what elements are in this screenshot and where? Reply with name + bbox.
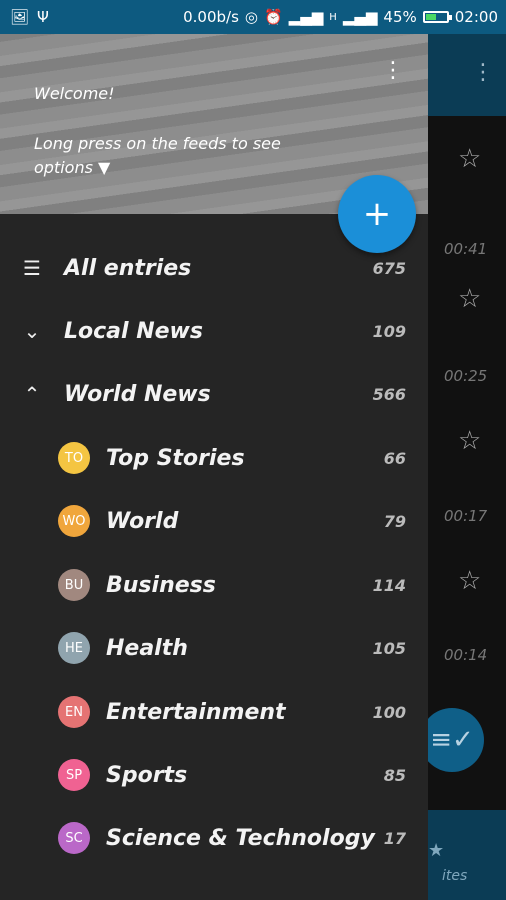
mark-read-button[interactable]: ≡✓: [428, 708, 484, 772]
feed-label: Sports: [106, 762, 188, 788]
alarm-icon: ⏰: [263, 8, 283, 26]
entry-time: 00:25: [444, 367, 488, 385]
item-label: Local News: [64, 318, 203, 344]
background-app: ⋮ ☆ 00:41 ☆ 00:25 ☆ 00:17 ☆ 00:14 ≡✓ ★ i…: [428, 34, 506, 900]
feed-avatar: HE: [58, 632, 90, 664]
star-icon[interactable]: ☆: [458, 426, 481, 456]
feed-item-top-stories[interactable]: TO Top Stories 66: [0, 430, 428, 486]
item-count: 566: [372, 384, 406, 404]
network-type: H: [329, 11, 337, 23]
feed-label: Health: [106, 635, 188, 661]
item-label: World News: [64, 381, 211, 407]
feed-item-world[interactable]: WO World 79: [0, 493, 428, 549]
bottom-tab-label[interactable]: ites: [442, 868, 467, 884]
star-icon[interactable]: ★: [428, 840, 444, 861]
app-toolbar: ⋮: [428, 34, 506, 116]
feed-avatar: SP: [58, 759, 90, 791]
list-icon: ☰: [23, 256, 41, 280]
feed-count: 105: [372, 638, 406, 658]
header-menu-icon[interactable]: ⋮: [382, 60, 404, 82]
feed-label: Top Stories: [106, 445, 245, 471]
feed-item-entertainment[interactable]: EN Entertainment 100: [0, 684, 428, 740]
star-icon[interactable]: ☆: [458, 566, 481, 596]
feed-count: 114: [372, 575, 406, 595]
entry-time: 00:14: [444, 646, 488, 664]
item-count: 109: [372, 321, 406, 341]
feed-count: 17: [383, 828, 406, 848]
feed-avatar: WO: [58, 505, 90, 537]
feed-avatar: TO: [58, 442, 90, 474]
feed-avatar: EN: [58, 696, 90, 728]
bottom-nav: ★ ites: [428, 810, 506, 900]
hint-text: Long press on the feeds to see: [34, 134, 281, 153]
item-label: All entries: [64, 255, 192, 281]
entry-time: 00:17: [444, 507, 488, 525]
signal-icon-2: ▂▄▆: [342, 8, 378, 26]
chevron-up-icon[interactable]: ⌃: [20, 382, 44, 406]
feed-count: 79: [383, 511, 406, 531]
feed-avatar: SC: [58, 822, 90, 854]
feed-count: 66: [383, 448, 406, 468]
signal-icon: ▂▄▆: [288, 8, 324, 26]
entry-time: 00:41: [444, 240, 488, 258]
feed-avatar: BU: [58, 569, 90, 601]
drawer-item-world-news[interactable]: ⌃ World News 566: [0, 366, 428, 422]
item-count: 675: [372, 258, 406, 278]
feed-item-science-technology[interactable]: SC Science & Technology 17: [0, 810, 428, 866]
clock: 02:00: [454, 8, 498, 26]
feed-count: 85: [383, 765, 406, 785]
feed-label: Business: [106, 572, 216, 598]
feed-label: Entertainment: [106, 699, 286, 725]
battery-icon: [422, 11, 452, 23]
add-feed-button[interactable]: +: [338, 175, 416, 253]
chevron-down-icon[interactable]: ⌄: [20, 319, 44, 343]
overflow-menu-icon[interactable]: ⋮: [472, 60, 494, 85]
feed-label: World: [106, 508, 179, 534]
network-speed: 0.00b/s: [183, 8, 239, 26]
hotspot-icon: ◎: [244, 8, 258, 26]
feed-count: 100: [372, 702, 406, 722]
status-bar: 🖼 Ψ 0.00b/s ◎ ⏰ ▂▄▆ H ▂▄▆ 45% 02:00: [0, 0, 506, 34]
image-icon: 🖼: [10, 8, 30, 26]
usb-icon: Ψ: [37, 8, 49, 26]
drawer-item-local-news[interactable]: ⌄ Local News 109: [0, 303, 428, 359]
battery-percent: 45%: [383, 8, 417, 26]
feed-label: Science & Technology: [106, 825, 375, 851]
star-icon[interactable]: ☆: [458, 144, 481, 174]
star-icon[interactable]: ☆: [458, 284, 481, 314]
feed-item-business[interactable]: BU Business 114: [0, 557, 428, 613]
welcome-text: Welcome!: [34, 84, 115, 103]
feed-item-sports[interactable]: SP Sports 85: [0, 747, 428, 803]
feed-item-health[interactable]: HE Health 105: [0, 620, 428, 676]
hint-text-2[interactable]: options ▼: [34, 158, 110, 177]
navigation-drawer: Welcome! Long press on the feeds to see …: [0, 34, 428, 900]
